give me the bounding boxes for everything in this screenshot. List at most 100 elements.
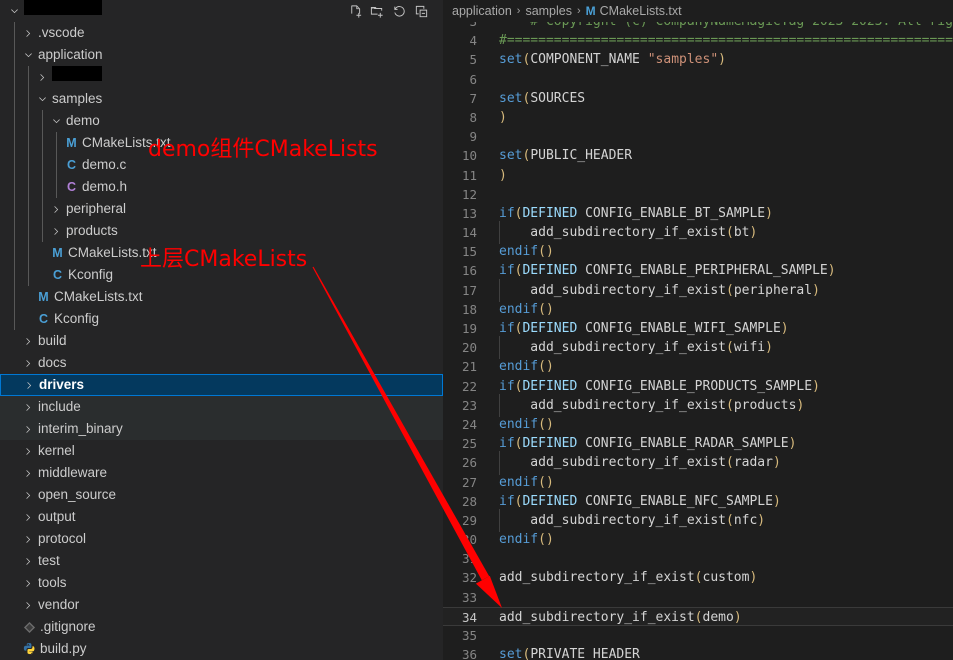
code-token: endif bbox=[499, 416, 539, 432]
chevron-down-icon[interactable] bbox=[48, 116, 65, 127]
chevron-down-icon[interactable] bbox=[6, 6, 23, 17]
code-line[interactable]: 22 if(DEFINED CONFIG_ENABLE_PRODUCTS_SAMP… bbox=[443, 377, 953, 396]
code-line[interactable]: 19 if(DEFINED CONFIG_ENABLE_WIFI_SAMPLE) bbox=[443, 319, 953, 338]
code-line[interactable]: 25 if(DEFINED CONFIG_ENABLE_RADAR_SAMPLE) bbox=[443, 434, 953, 453]
sidebar-item-middleware[interactable]: middleware bbox=[0, 462, 443, 484]
sidebar-item-kconfig[interactable]: C Kconfig bbox=[0, 264, 443, 286]
chevron-right-icon[interactable] bbox=[20, 468, 37, 479]
code-line[interactable]: 30 endif() bbox=[443, 530, 953, 549]
code-line[interactable]: 18 endif() bbox=[443, 300, 953, 319]
code-line[interactable]: 6 bbox=[443, 70, 953, 89]
code-line[interactable]: 27 endif() bbox=[443, 473, 953, 492]
chevron-right-icon[interactable] bbox=[20, 358, 37, 369]
chevron-right-icon[interactable] bbox=[20, 28, 37, 39]
chevron-right-icon[interactable] bbox=[20, 534, 37, 545]
sidebar-item-test[interactable]: test bbox=[0, 550, 443, 572]
code-line[interactable]: 17 add_subdirectory_if_exist(peripheral) bbox=[443, 278, 953, 303]
code-line[interactable]: 8) bbox=[443, 108, 953, 127]
code-line[interactable]: 33 bbox=[443, 588, 953, 607]
code-line[interactable]: 36 set(PRIVATE_HEADER bbox=[443, 645, 953, 660]
code-line[interactable]: 24 endif() bbox=[443, 415, 953, 434]
chevron-right-icon[interactable] bbox=[20, 490, 37, 501]
sidebar-item-cmakelists-txt[interactable]: M CMakeLists.txt bbox=[0, 132, 443, 154]
code-line[interactable]: 20 add_subdirectory_if_exist(wifi) bbox=[443, 336, 953, 360]
chevron-right-icon[interactable] bbox=[20, 336, 37, 347]
code-line[interactable]: 23 add_subdirectory_if_exist(products) bbox=[443, 393, 953, 418]
line-number: 32 bbox=[461, 570, 477, 586]
code-line[interactable]: 7 set(SOURCES bbox=[443, 89, 953, 108]
sidebar-item-tools[interactable]: tools bbox=[0, 572, 443, 594]
code-token: ( bbox=[694, 570, 703, 586]
chevron-right-icon[interactable] bbox=[48, 226, 65, 237]
breadcrumb-application[interactable]: application bbox=[452, 4, 512, 18]
sidebar-item-peripheral[interactable]: peripheral bbox=[0, 198, 443, 220]
sidebar-item-output[interactable]: output bbox=[0, 506, 443, 528]
chevron-right-icon[interactable] bbox=[20, 600, 37, 611]
code-line[interactable]: 3 # Copyright (c) CompanyNameMagicTag 20… bbox=[443, 22, 953, 31]
code-line[interactable]: 4 #======================================… bbox=[443, 31, 953, 50]
chevron-down-icon[interactable] bbox=[34, 94, 51, 105]
code-line[interactable]: 16 if(DEFINED CONFIG_ENABLE_PERIPHERAL_SA… bbox=[443, 261, 953, 280]
code-line[interactable]: 21 endif() bbox=[443, 357, 953, 376]
sidebar-item-include[interactable]: include bbox=[0, 396, 443, 418]
sidebar-item-demo-h[interactable]: Cdemo.h bbox=[0, 176, 443, 198]
editor-pane: application › samples › M CMakeLists.txt… bbox=[443, 0, 953, 660]
chevron-right-icon[interactable] bbox=[20, 556, 37, 567]
line-number: 13 bbox=[461, 205, 477, 221]
breadcrumb[interactable]: application › samples › M CMakeLists.txt bbox=[443, 0, 953, 22]
sidebar-item-demo-c[interactable]: Cdemo.c bbox=[0, 154, 443, 176]
sidebar-item-demo[interactable]: demo bbox=[0, 110, 443, 132]
sidebar-item-docs[interactable]: docs bbox=[0, 352, 443, 374]
tree-item-redacted[interactable] bbox=[0, 66, 443, 88]
code-line[interactable]: 12 bbox=[443, 185, 953, 204]
tree-item-label: interim_binary bbox=[38, 421, 123, 436]
sidebar-item-vendor[interactable]: vendor bbox=[0, 594, 443, 616]
breadcrumb-samples[interactable]: samples bbox=[525, 4, 572, 18]
sidebar-item-interim-binary[interactable]: interim_binary bbox=[0, 418, 443, 440]
line-number: 27 bbox=[461, 474, 477, 490]
code-line[interactable]: 29 add_subdirectory_if_exist(nfc) bbox=[443, 508, 953, 533]
chevron-right-icon[interactable] bbox=[48, 204, 65, 215]
code-line-current[interactable]: 34 add_subdirectory_if_exist(demo) bbox=[443, 606, 953, 626]
sidebar-item-cmakelists-txt[interactable]: M CMakeLists.txt bbox=[0, 286, 443, 308]
sidebar-item-open-source[interactable]: open_source bbox=[0, 484, 443, 506]
code-editor[interactable]: 3 # Copyright (c) CompanyNameMagicTag 20… bbox=[443, 22, 953, 660]
code-line[interactable]: 9 bbox=[443, 127, 953, 146]
sidebar-item-gitignore[interactable]: .gitignore bbox=[0, 616, 443, 638]
chevron-right-icon[interactable] bbox=[20, 512, 37, 523]
sidebar-item-products[interactable]: products bbox=[0, 220, 443, 242]
sidebar-item-samples[interactable]: samples bbox=[0, 88, 443, 110]
sidebar-item-vscode[interactable]: .vscode bbox=[0, 22, 443, 44]
code-line[interactable]: 11) bbox=[443, 166, 953, 185]
file-tree[interactable]: .vscode application samples demo M CMakeLists… bbox=[0, 0, 443, 660]
sidebar-item-drivers[interactable]: drivers bbox=[0, 374, 443, 396]
chevron-right-icon[interactable] bbox=[21, 380, 38, 391]
code-line[interactable]: 32 add_subdirectory_if_exist(custom) bbox=[443, 568, 953, 587]
code-line[interactable]: 35 bbox=[443, 626, 953, 645]
code-line[interactable]: 14 add_subdirectory_if_exist(bt) bbox=[443, 221, 953, 245]
chevron-right-icon[interactable] bbox=[20, 402, 37, 413]
sidebar-item-build-py[interactable]: build.py bbox=[0, 638, 443, 660]
code-token: ) bbox=[499, 109, 507, 125]
code-line[interactable]: 10 set(PUBLIC_HEADER bbox=[443, 146, 953, 165]
breadcrumb-filename[interactable]: CMakeLists.txt bbox=[600, 4, 682, 18]
chevron-right-icon[interactable] bbox=[20, 424, 37, 435]
sidebar-item-application[interactable]: application bbox=[0, 44, 443, 66]
sidebar-item-kconfig[interactable]: C Kconfig bbox=[0, 308, 443, 330]
code-line[interactable]: 31 bbox=[443, 549, 953, 568]
tree-item-redacted[interactable] bbox=[0, 0, 443, 22]
code-line[interactable]: 15 endif() bbox=[443, 242, 953, 261]
chevron-right-icon[interactable] bbox=[20, 446, 37, 457]
code-token: PUBLIC_HEADER bbox=[530, 148, 633, 164]
sidebar-item-cmakelists-txt[interactable]: M CMakeLists.txt bbox=[0, 242, 443, 264]
code-line[interactable]: 13 if(DEFINED CONFIG_ENABLE_BT_SAMPLE) bbox=[443, 204, 953, 223]
sidebar-item-build[interactable]: build bbox=[0, 330, 443, 352]
chevron-right-icon[interactable] bbox=[34, 72, 51, 83]
code-line[interactable]: 28 if(DEFINED CONFIG_ENABLE_NFC_SAMPLE) bbox=[443, 492, 953, 511]
chevron-right-icon[interactable] bbox=[20, 578, 37, 589]
code-line[interactable]: 5 set(COMPONENT_NAME "samples") bbox=[443, 50, 953, 69]
chevron-down-icon[interactable] bbox=[20, 50, 37, 61]
code-line[interactable]: 26 add_subdirectory_if_exist(radar) bbox=[443, 451, 953, 475]
sidebar-item-protocol[interactable]: protocol bbox=[0, 528, 443, 550]
sidebar-item-kernel[interactable]: kernel bbox=[0, 440, 443, 462]
